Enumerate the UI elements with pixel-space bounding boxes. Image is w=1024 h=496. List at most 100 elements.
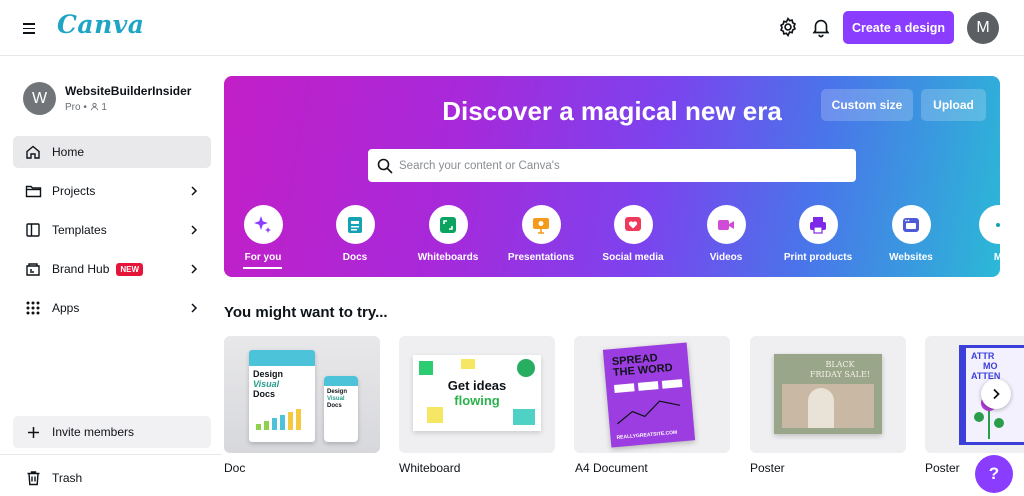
poster2-thumb-line1: ATTR (971, 351, 995, 361)
apps-grid-icon (24, 299, 42, 317)
doc-thumbnail: Design Visual Docs (249, 350, 315, 442)
member-count: 1 (101, 102, 107, 113)
whiteboard-thumbnail: Get ideas flowing (413, 355, 541, 431)
carousel-next-button[interactable] (981, 379, 1011, 409)
sidebar-divider (0, 454, 222, 455)
invite-members-button[interactable]: Invite members (13, 416, 211, 448)
category-presentations[interactable]: Presentations (501, 205, 581, 263)
category-print-products[interactable]: Print products (778, 205, 858, 263)
a4-thumbnail: SPREAD THE WORD REALLYGREATSITE.COM (602, 342, 696, 448)
category-label: Websites (889, 252, 933, 263)
category-whiteboards[interactable]: Whiteboards (408, 205, 488, 263)
doc-phone-line1: Design (327, 389, 348, 395)
doc-thumb-line1: Design (253, 369, 284, 379)
poster-thumbnail: BLACK FRIDAY SALE! (774, 354, 882, 434)
bar-graphic (256, 409, 301, 430)
custom-size-button[interactable]: Custom size (821, 89, 913, 121)
line-graphic (617, 400, 681, 425)
suggestion-label: A4 Document (575, 461, 648, 475)
team-avatar: W (23, 82, 56, 115)
active-underline (243, 267, 282, 269)
doc-thumb-line2: Visual (253, 379, 280, 389)
presentation-icon (521, 205, 561, 244)
trash-icon (24, 470, 42, 486)
sidebar-item-trash[interactable]: Trash (13, 462, 211, 494)
category-label: Whiteboards (417, 252, 479, 263)
chevron-right-icon (191, 225, 198, 235)
video-icon (706, 205, 746, 244)
poster-thumb-line1: BLACK (825, 360, 855, 369)
category-label: M (993, 252, 1000, 263)
sidebar-item-apps[interactable]: Apps (13, 292, 211, 324)
category-for-you[interactable]: For you (224, 205, 303, 269)
whiteboard-thumb-line2: flowing (454, 393, 500, 408)
bell-icon[interactable] (810, 16, 832, 38)
sidebar-item-label: Home (52, 145, 85, 159)
a4-thumb-line3: REALLYGREATSITE.COM (616, 429, 678, 441)
doc-thumb-line3: Docs (253, 389, 276, 399)
top-bar: Canva Create a design M (0, 0, 1024, 56)
whiteboard-icon (428, 205, 468, 244)
new-badge: NEW (116, 262, 144, 276)
category-label: Social media (602, 252, 664, 263)
plan-label: Pro (65, 102, 81, 113)
plus-icon (24, 426, 42, 439)
doc-phone-line2: Visual (327, 396, 345, 402)
a4-thumb-line2: THE WORD (612, 361, 674, 380)
create-design-button[interactable]: Create a design (843, 11, 954, 44)
suggestion-card-doc[interactable]: Design Visual Docs Design Visual Docs (224, 336, 380, 453)
sidebar-item-projects[interactable]: Projects (13, 175, 211, 207)
gear-icon[interactable] (777, 16, 799, 38)
suggestion-label: Doc (224, 461, 246, 475)
hero-banner: Discover a magical new era Custom size U… (224, 76, 1000, 277)
category-more[interactable]: M (958, 205, 1000, 263)
sidebar-item-label: Brand Hub (52, 262, 110, 276)
person-icon (90, 102, 98, 111)
menu-icon[interactable] (18, 17, 40, 39)
category-label: Print products (783, 252, 853, 263)
doc-phone-line3: Docs (327, 403, 342, 409)
user-avatar[interactable]: M (967, 12, 999, 44)
chevron-right-icon (191, 264, 198, 274)
home-icon (24, 143, 42, 161)
sidebar-item-brand-hub[interactable]: Brand Hub NEW (13, 253, 211, 285)
category-label: Videos (709, 252, 743, 263)
category-label: Presentations (507, 252, 575, 263)
invite-label: Invite members (52, 425, 135, 439)
upload-button[interactable]: Upload (921, 89, 986, 121)
category-websites[interactable]: Websites (871, 205, 951, 263)
sidebar-item-templates[interactable]: Templates (13, 214, 211, 246)
team-plan: Pro • 1 (65, 102, 107, 113)
team-name: WebsiteBuilderInsider (65, 84, 192, 98)
help-button[interactable]: ? (975, 455, 1013, 493)
printer-icon (798, 205, 838, 244)
chevron-right-icon (191, 186, 198, 196)
section-title: You might want to try... (224, 304, 388, 321)
suggestion-card-whiteboard[interactable]: Get ideas flowing (399, 336, 555, 453)
sidebar-item-label: Templates (52, 223, 107, 237)
category-docs[interactable]: Docs (315, 205, 395, 263)
folder-icon (24, 182, 42, 200)
trash-label: Trash (52, 471, 83, 485)
templates-icon (24, 221, 42, 239)
sidebar: W WebsiteBuilderInsider Pro • 1 Home Pro… (0, 57, 222, 496)
suggestion-card-a4-document[interactable]: SPREAD THE WORD REALLYGREATSITE.COM (574, 336, 730, 453)
suggestion-label: Whiteboard (399, 461, 461, 475)
search-input[interactable] (399, 159, 839, 172)
chevron-right-icon (191, 303, 198, 313)
search-bar[interactable] (368, 149, 856, 182)
heart-icon (613, 205, 653, 244)
more-icon (978, 205, 1000, 244)
sidebar-item-label: Projects (52, 184, 96, 198)
category-videos[interactable]: Videos (686, 205, 766, 263)
website-icon (891, 205, 931, 244)
team-switcher[interactable]: W WebsiteBuilderInsider Pro • 1 (23, 82, 191, 115)
sparkle-icon (243, 205, 283, 244)
search-icon (377, 158, 393, 174)
suggestion-card-poster-1[interactable]: BLACK FRIDAY SALE! (750, 336, 906, 453)
category-social-media[interactable]: Social media (593, 205, 673, 263)
sidebar-item-home[interactable]: Home (13, 136, 211, 168)
suggestion-label: Poster (750, 461, 785, 475)
brand-hub-icon (24, 260, 42, 278)
canva-logo[interactable]: Canva (57, 10, 145, 39)
